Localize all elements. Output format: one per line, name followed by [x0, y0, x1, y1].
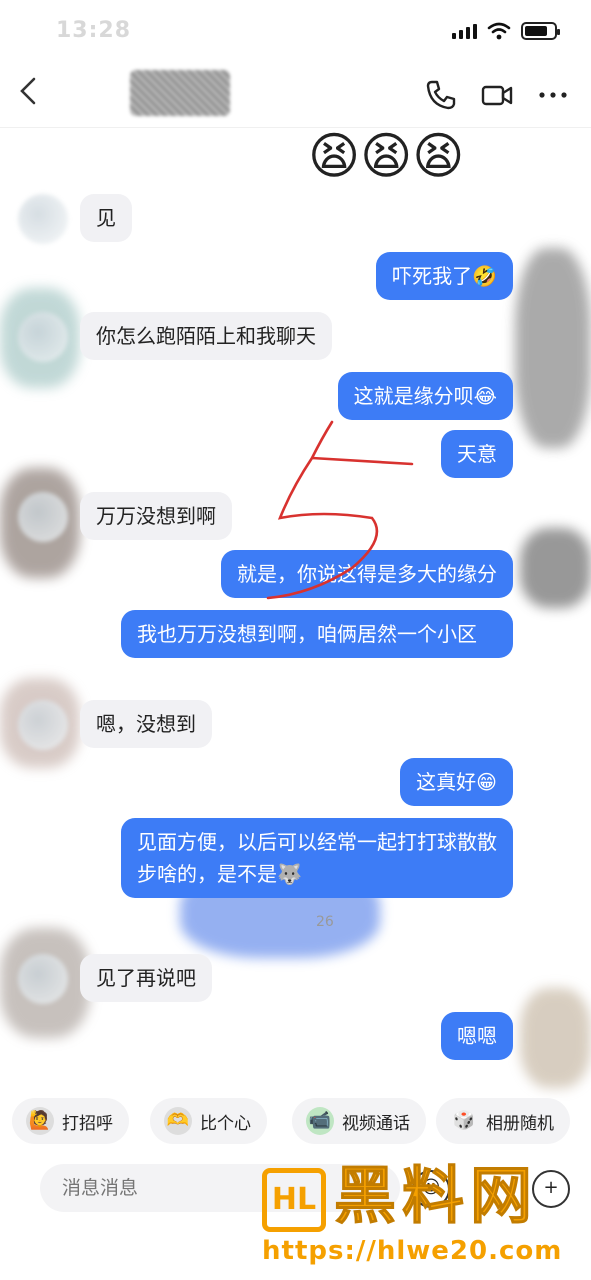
avatar[interactable]	[18, 312, 68, 362]
message-bubble-incoming[interactable]: 见了再说吧	[80, 954, 212, 1002]
timestamp: 26	[316, 914, 334, 930]
status-time: 13:28	[56, 18, 132, 43]
red-annotation-stroke	[266, 420, 414, 600]
contact-name-redacted[interactable]	[130, 70, 230, 116]
emoji-message: 😫😫😫	[308, 127, 465, 185]
chip-label: 比个心	[200, 1113, 251, 1134]
privacy-scribble	[520, 528, 591, 608]
chip-label: 视频通话	[342, 1113, 410, 1134]
phone-icon[interactable]	[424, 78, 458, 112]
quick-action-greet[interactable]: 🙋 打招呼	[12, 1098, 129, 1144]
quick-action-video-call[interactable]: 📹 视频通话	[292, 1098, 426, 1144]
avatar[interactable]	[18, 700, 68, 750]
avatar[interactable]	[18, 194, 68, 244]
privacy-scribble	[520, 988, 591, 1088]
watermark: HL 黑料网 https://hlwe20.com	[262, 1159, 580, 1272]
message-bubble-outgoing[interactable]: 吓死我了🤣	[376, 252, 513, 300]
person-wave-icon: 🙋	[26, 1107, 54, 1135]
message-bubble-outgoing[interactable]: 这真好😁	[400, 758, 513, 806]
privacy-scribble	[515, 248, 591, 448]
watermark-title: 黑料网	[333, 1159, 539, 1232]
status-bar: 13:28	[0, 0, 591, 60]
watermark-logo: HL	[262, 1168, 326, 1232]
chat-header	[0, 60, 591, 128]
quick-action-random-album[interactable]: 🎲 相册随机	[436, 1098, 570, 1144]
message-bubble-outgoing[interactable]: 天意	[441, 430, 513, 478]
avatar[interactable]	[18, 954, 68, 1004]
message-bubble-outgoing[interactable]: 这就是缘分呗😂	[337, 372, 513, 420]
chevron-left-icon[interactable]	[18, 76, 48, 112]
message-bubble-outgoing[interactable]: 嗯嗯	[441, 1012, 513, 1060]
dice-icon: 🎲	[452, 1110, 476, 1131]
chip-label: 相册随机	[486, 1113, 554, 1134]
wifi-icon	[487, 22, 511, 40]
more-dots-icon[interactable]	[536, 78, 570, 112]
message-bubble-incoming[interactable]: 见	[80, 194, 132, 242]
status-icons	[452, 22, 560, 40]
watermark-url: https://hlwe20.com	[262, 1236, 563, 1266]
signal-icon	[452, 23, 477, 39]
battery-icon	[521, 22, 560, 40]
message-bubble-outgoing[interactable]: 我也万万没想到啊，咱俩居然一个小区	[121, 610, 513, 658]
video-camera-icon[interactable]	[480, 78, 514, 112]
quick-actions-bar: 🙋 打招呼 🫶 比个心 📹 视频通话 🎲 相册随机	[0, 1098, 591, 1146]
quick-action-heart[interactable]: 🫶 比个心	[150, 1098, 267, 1144]
chip-label: 打招呼	[62, 1113, 113, 1134]
avatar[interactable]	[18, 492, 68, 542]
video-call-icon: 📹	[306, 1107, 334, 1135]
message-bubble-incoming[interactable]: 万万没想到啊	[80, 492, 232, 540]
message-list[interactable]: 😫😫😫 见 吓死我了🤣 你怎么跑陌陌上和我聊天 这就是缘分呗😂 天意 万万没想到…	[0, 128, 591, 1098]
message-bubble-outgoing[interactable]: 见面方便，以后可以经常一起打打球散散步啥的，是不是🐺	[121, 818, 513, 898]
message-bubble-incoming[interactable]: 你怎么跑陌陌上和我聊天	[80, 312, 332, 360]
person-heart-icon: 🫶	[164, 1107, 192, 1135]
message-bubble-incoming[interactable]: 嗯，没想到	[80, 700, 212, 748]
